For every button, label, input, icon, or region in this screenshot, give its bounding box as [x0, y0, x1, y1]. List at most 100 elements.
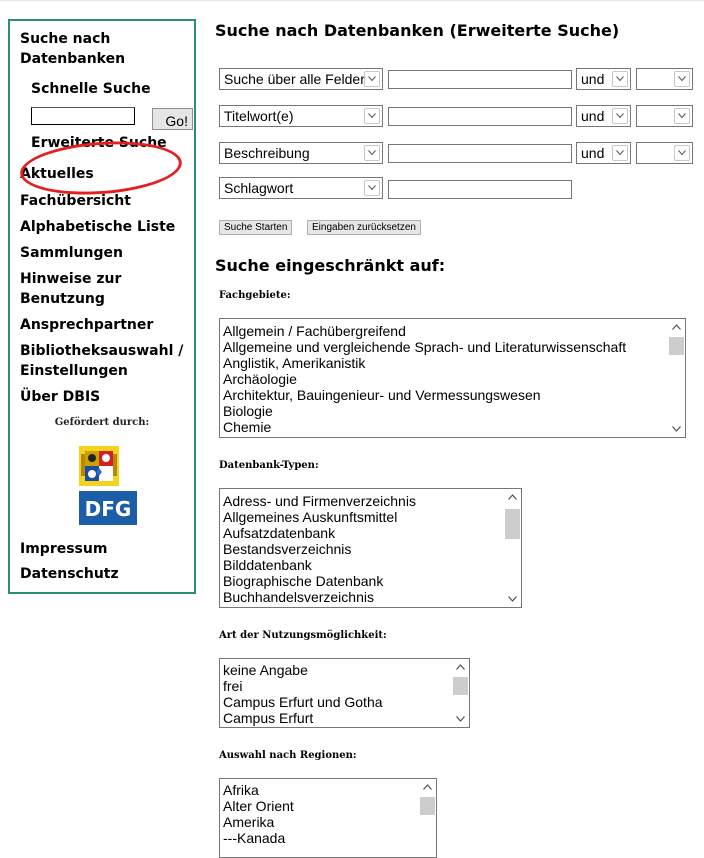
scrollbar-thumb[interactable] [453, 677, 468, 695]
nav-quick-search[interactable]: Schnelle Suche [31, 79, 151, 99]
chevron-down-icon [612, 108, 628, 124]
restricted-heading: Suche eingeschränkt auf: [215, 256, 446, 275]
field-select-2[interactable]: Titelwort(e) [219, 105, 383, 127]
scroll-up-arrow-icon[interactable] [504, 489, 521, 505]
list-item[interactable]: Adress- und Firmenverzeichnis [220, 493, 521, 509]
extra-select-3[interactable] [636, 142, 693, 164]
nav-imprint[interactable]: Impressum [20, 539, 107, 559]
subjects-label: Fachgebiete: [219, 290, 291, 301]
scrollbar-thumb[interactable] [669, 337, 684, 355]
scroll-down-arrow-icon[interactable] [668, 421, 685, 437]
nav-collections[interactable]: Sammlungen [20, 243, 123, 263]
dfg-logo[interactable]: DFG [79, 491, 137, 525]
search-term-input-1[interactable] [388, 70, 572, 89]
scrollbar[interactable] [419, 779, 436, 857]
scroll-up-arrow-icon[interactable] [452, 659, 469, 675]
chevron-down-icon [674, 108, 690, 124]
search-term-input-2[interactable] [388, 107, 572, 126]
nav-contacts[interactable]: Ansprechpartner [20, 315, 153, 335]
bavaria-coat-of-arms-logo[interactable] [79, 446, 119, 486]
list-item[interactable]: Amerika [220, 814, 436, 830]
page-title: Suche nach Datenbanken (Erweiterte Suche… [215, 21, 620, 40]
extra-select-2[interactable] [636, 105, 693, 127]
scrollbar[interactable] [668, 319, 685, 437]
chevron-down-icon [674, 145, 690, 161]
field-select-3-value: Beschreibung [224, 145, 310, 161]
subjects-listbox[interactable]: Allgemein / Fachübergreifend Allgemeine … [219, 318, 686, 438]
nav-alphabetical-list[interactable]: Alphabetische Liste [20, 217, 175, 237]
field-select-1-value: Suche über alle Felder [224, 71, 365, 87]
operator-select-1-value: und [581, 71, 605, 87]
field-select-3[interactable]: Beschreibung [219, 142, 383, 164]
list-item[interactable]: Biologie [220, 403, 685, 419]
chevron-down-icon [364, 180, 380, 196]
operator-select-2-value: und [581, 108, 605, 124]
access-type-listbox[interactable]: keine Angabe frei Campus Erfurt und Goth… [219, 658, 470, 728]
quick-search-input[interactable] [31, 107, 135, 125]
chevron-down-icon [364, 71, 380, 87]
scrollbar-thumb[interactable] [505, 509, 520, 539]
nav-privacy[interactable]: Datenschutz [20, 564, 119, 584]
list-item[interactable]: Allgemeines Auskunftsmittel [220, 509, 521, 525]
sidebar: Suche nach Datenbanken Schnelle Suche Go… [8, 19, 196, 594]
db-types-listbox[interactable]: Adress- und Firmenverzeichnis Allgemeine… [219, 488, 522, 608]
list-item[interactable]: Buchhandelsverzeichnis [220, 589, 521, 605]
list-item[interactable]: Campus Erfurt und Gotha [220, 694, 469, 710]
nav-library-settings[interactable]: Bibliotheksauswahl / Einstellungen [20, 341, 190, 381]
scrollbar[interactable] [452, 659, 469, 727]
list-item[interactable]: Aufsatzdatenbank [220, 525, 521, 541]
list-item[interactable]: Bilddatenbank [220, 557, 521, 573]
svg-text:DFG: DFG [85, 497, 132, 521]
list-item[interactable]: Architektur, Bauingenieur- und Vermessun… [220, 387, 685, 403]
go-button[interactable]: Go! [152, 108, 193, 130]
chevron-down-icon [674, 71, 690, 87]
scroll-down-arrow-icon[interactable] [504, 591, 521, 607]
list-item[interactable]: Allgemeine und vergleichende Sprach- und… [220, 339, 685, 355]
operator-select-3-value: und [581, 145, 605, 161]
operator-select-1[interactable]: und [576, 68, 631, 90]
scroll-down-arrow-icon[interactable] [452, 711, 469, 727]
reset-button[interactable]: Eingaben zurücksetzen [307, 220, 421, 235]
regions-label: Auswahl nach Regionen: [219, 750, 357, 761]
nav-usage-notes[interactable]: Hinweise zur Benutzung [20, 269, 140, 309]
nav-about-dbis[interactable]: Über DBIS [20, 387, 100, 407]
field-select-2-value: Titelwort(e) [224, 108, 294, 124]
chevron-down-icon [612, 71, 628, 87]
list-item[interactable]: ---Kanada [220, 830, 436, 846]
operator-select-2[interactable]: und [576, 105, 631, 127]
list-item[interactable]: Alter Orient [220, 798, 436, 814]
top-divider [0, 0, 704, 1]
start-search-button[interactable]: Suche Starten [219, 220, 293, 235]
nav-search-databases[interactable]: Suche nach Datenbanken [20, 29, 140, 69]
list-item[interactable]: Allgemein / Fachübergreifend [220, 323, 685, 339]
search-term-input-4[interactable] [388, 180, 572, 199]
list-item[interactable]: Campus Erfurt [220, 710, 469, 726]
scrollbar-thumb[interactable] [420, 797, 435, 815]
field-select-1[interactable]: Suche über alle Felder [219, 68, 383, 90]
chevron-down-icon [612, 145, 628, 161]
search-term-input-3[interactable] [388, 144, 572, 163]
field-select-4[interactable]: Schlagwort [219, 177, 383, 199]
nav-news[interactable]: Aktuelles [20, 164, 94, 184]
scroll-up-arrow-icon[interactable] [419, 779, 436, 795]
funded-by-label: Gefördert durch: [54, 417, 150, 428]
list-item[interactable]: Archäologie [220, 371, 685, 387]
field-select-4-value: Schlagwort [224, 180, 294, 196]
list-item[interactable]: keine Angabe [220, 662, 469, 678]
list-item[interactable]: Chemie [220, 419, 685, 435]
chevron-down-icon [364, 145, 380, 161]
list-item[interactable]: Afrika [220, 782, 436, 798]
nav-advanced-search[interactable]: Erweiterte Suche [31, 133, 167, 153]
list-item[interactable]: Anglistik, Amerikanistik [220, 355, 685, 371]
chevron-down-icon [364, 108, 380, 124]
list-item[interactable]: Bestandsverzeichnis [220, 541, 521, 557]
list-item[interactable]: Biographische Datenbank [220, 573, 521, 589]
regions-listbox[interactable]: Afrika Alter Orient Amerika ---Kanada [219, 778, 437, 858]
scrollbar[interactable] [504, 489, 521, 607]
operator-select-3[interactable]: und [576, 142, 631, 164]
scroll-up-arrow-icon[interactable] [668, 319, 685, 335]
nav-subject-overview[interactable]: Fachübersicht [20, 191, 131, 211]
extra-select-1[interactable] [636, 68, 693, 90]
list-item[interactable]: frei [220, 678, 469, 694]
access-type-label: Art der Nutzungsmöglichkeit: [219, 630, 387, 641]
